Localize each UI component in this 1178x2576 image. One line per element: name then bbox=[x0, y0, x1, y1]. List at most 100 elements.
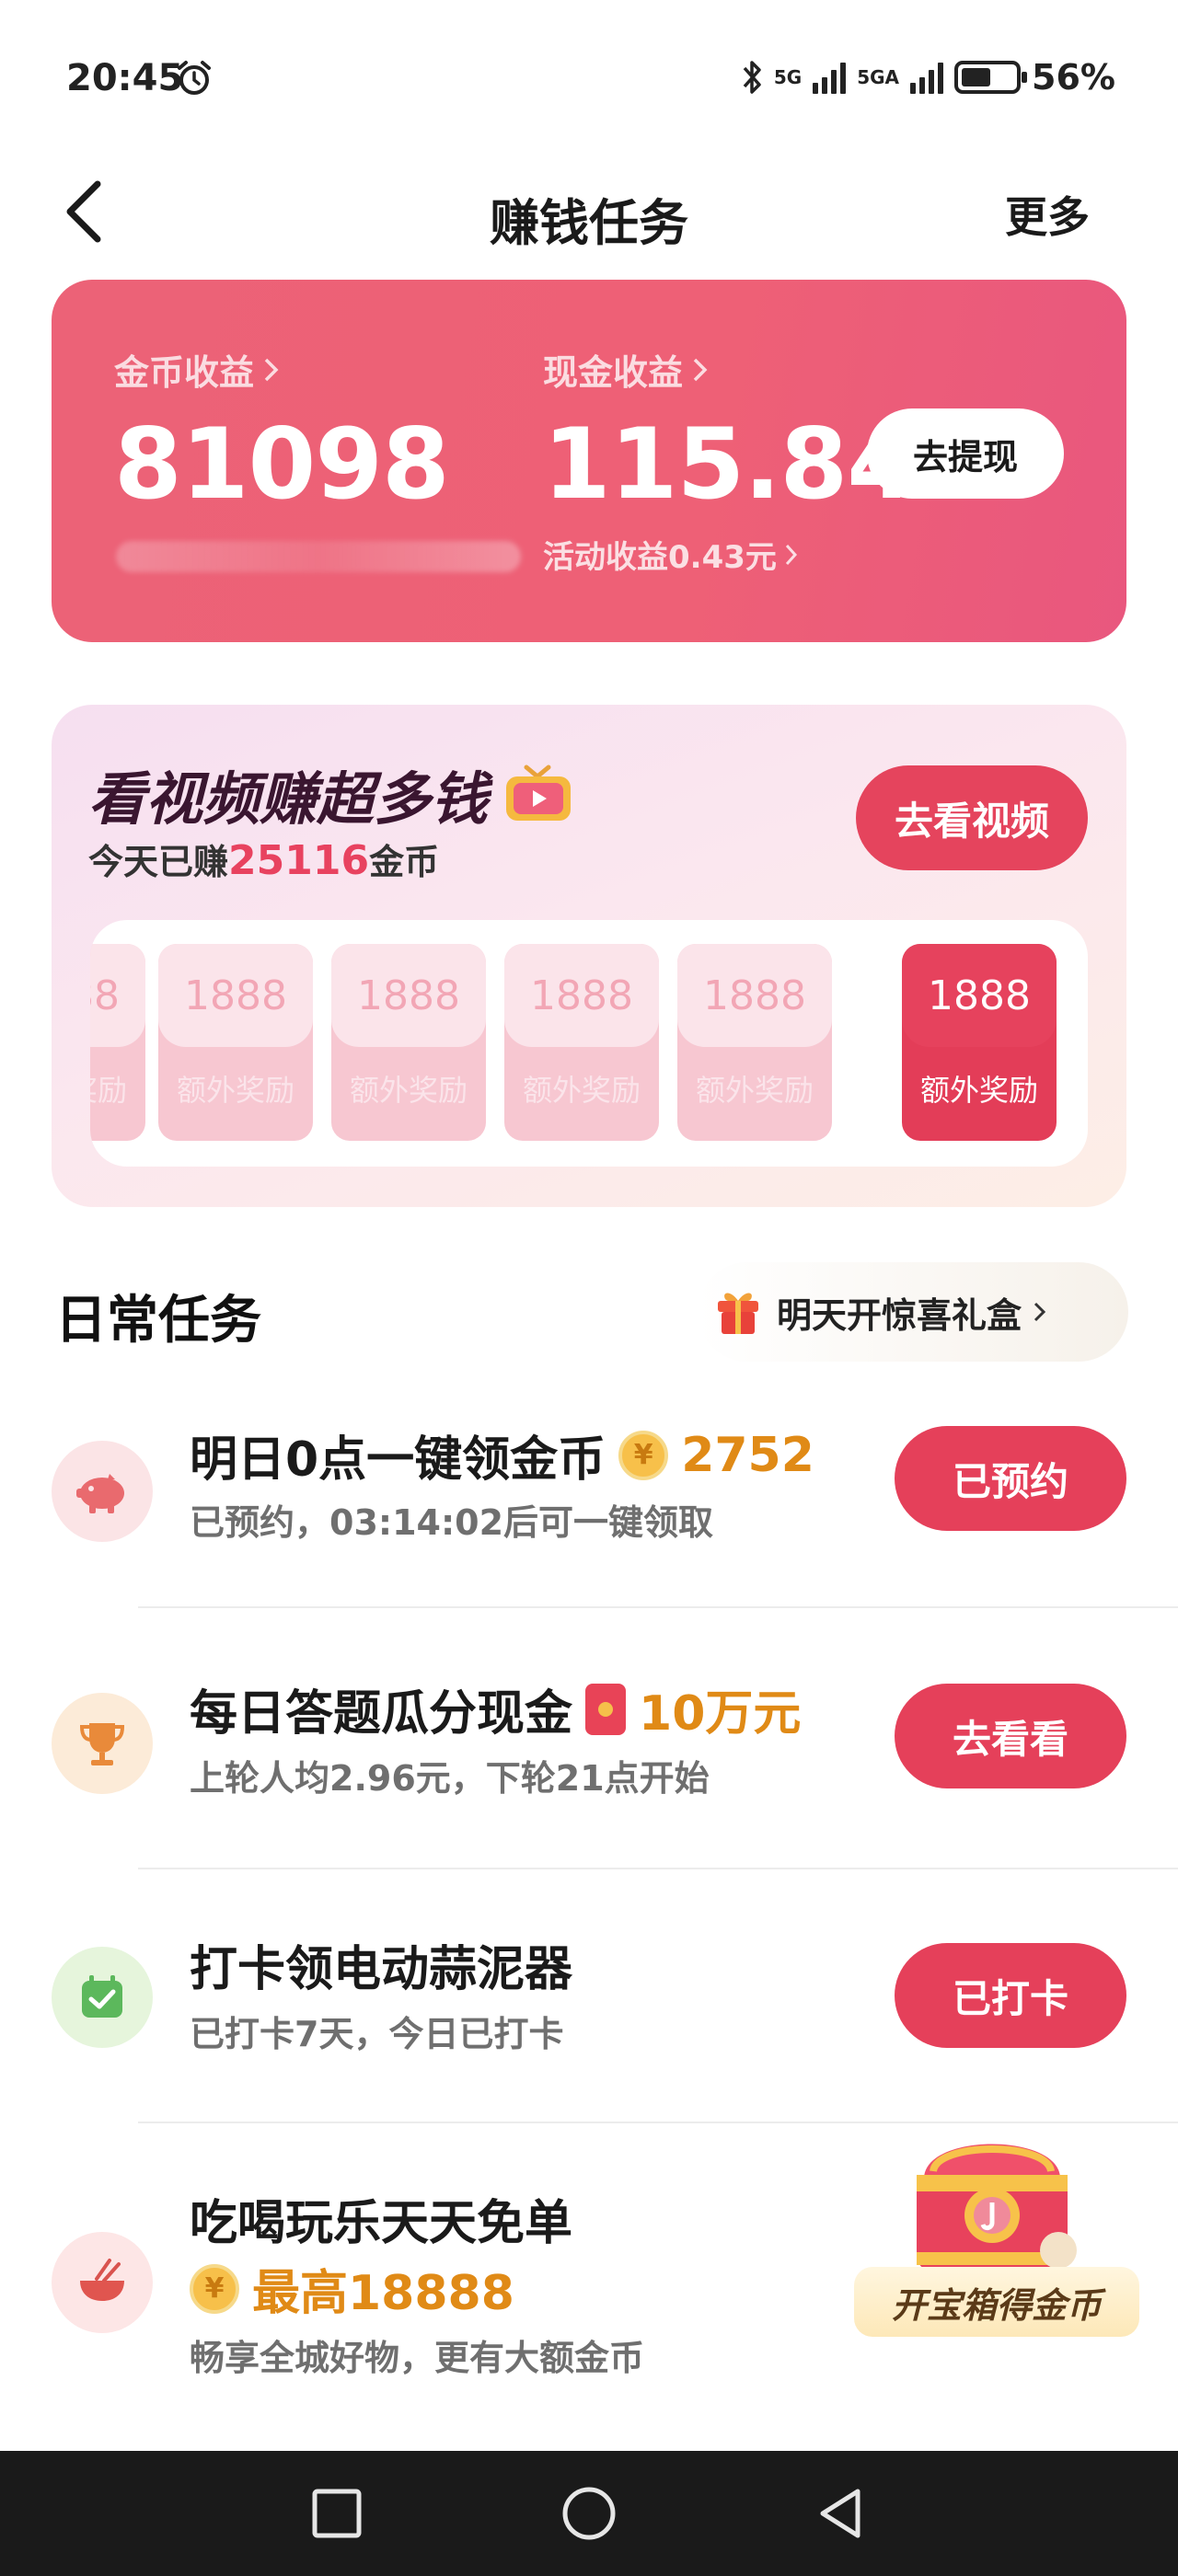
reward-amount: 1888 bbox=[504, 944, 659, 1047]
task-title-text: 每日答题瓜分现金 bbox=[190, 1686, 573, 1742]
divider bbox=[138, 1606, 1178, 1608]
treasure-chest-icon bbox=[917, 2144, 1077, 2271]
status-bar: 20:45 5G 5GA 56% bbox=[0, 0, 1178, 156]
cash-earnings-label: 现金收益 bbox=[543, 344, 914, 395]
divider bbox=[138, 1868, 1178, 1869]
bowl-icon bbox=[80, 2259, 124, 2301]
task-icon-wrap bbox=[52, 1947, 153, 2048]
reward-strip[interactable]: 1888 额外奖励 1888 额外奖励 1888 额外奖励 1888 额外奖励 … bbox=[90, 920, 1088, 1167]
battery-level bbox=[962, 68, 991, 86]
task-desc: 已预约，03:14:02后可一键领取 bbox=[190, 1502, 714, 1543]
task-title-text: 吃喝玩乐天天免单 bbox=[190, 2196, 573, 2251]
gift-box-label: 明天开惊喜礼盒 bbox=[777, 1294, 1022, 1336]
back-triangle-icon[interactable] bbox=[812, 2484, 871, 2543]
system-nav-bar bbox=[0, 2451, 1178, 2576]
trophy-icon bbox=[79, 1723, 125, 1765]
more-button[interactable]: 更多 bbox=[1005, 184, 1090, 245]
coin-label-text: 金币收益 bbox=[114, 352, 255, 393]
network-type-2: 5GA bbox=[857, 66, 900, 88]
task-desc: 已打卡7天，今日已打卡 bbox=[190, 2014, 564, 2054]
task-title: 吃喝玩乐天天免单 bbox=[190, 2184, 572, 2253]
task-amount: 10万元 bbox=[639, 1686, 802, 1742]
task-row-checkin: 打卡领电动蒜泥器 已打卡7天，今日已打卡 已打卡 bbox=[0, 1914, 1178, 2116]
cash-earnings-value: 115.84 bbox=[543, 408, 915, 521]
reward-tile: 1888 额外奖励 bbox=[677, 944, 832, 1141]
daily-tasks-title: 日常任务 bbox=[55, 1291, 261, 1351]
task-amount: 最高18888 bbox=[252, 2266, 514, 2321]
reward-amount: 1888 bbox=[90, 944, 145, 1047]
video-reward-card: 看视频赚超多钱 今天已赚25116金币 去看视频 1888 额外奖励 1888 … bbox=[52, 705, 1126, 1207]
reward-label: 额外奖励 bbox=[90, 1073, 127, 1108]
reserved-button[interactable]: 已预约 bbox=[895, 1426, 1126, 1531]
coin-earnings-value: 81098 bbox=[114, 408, 450, 521]
signal-bars-2-icon bbox=[910, 61, 944, 94]
task-amount: 2752 bbox=[681, 1427, 814, 1483]
chevron-right-icon bbox=[693, 358, 708, 381]
task-desc: 畅享全城好物，更有大额金币 bbox=[190, 2338, 645, 2378]
chevron-right-icon bbox=[264, 358, 279, 381]
today-earned-amount: 25116 bbox=[228, 837, 370, 884]
task-desc: 上轮人均2.96元，下轮21点开始 bbox=[190, 1758, 710, 1799]
withdraw-button[interactable]: 去提现 bbox=[867, 408, 1064, 499]
task-icon-wrap bbox=[52, 2232, 153, 2333]
calendar-check-icon bbox=[82, 1975, 122, 2018]
coin-earnings-label: 金币收益 bbox=[114, 344, 449, 395]
today-earned-prefix: 今天已赚 bbox=[88, 842, 229, 882]
reward-tile: 1888 额外奖励 bbox=[158, 944, 313, 1141]
gift-box-icon bbox=[718, 1293, 758, 1334]
cash-earnings[interactable]: 现金收益 115.84 活动收益0.43元 bbox=[543, 344, 915, 577]
treasure-chest-label: 开宝箱得金币 bbox=[854, 2267, 1139, 2337]
blurred-text bbox=[116, 541, 521, 572]
reward-amount: 1888 bbox=[902, 944, 1057, 1047]
task-icon-wrap bbox=[52, 1441, 153, 1542]
coin-icon: ¥ bbox=[190, 2263, 239, 2314]
treasure-chest-float[interactable]: 开宝箱得金币 bbox=[854, 2107, 1139, 2346]
red-packet-icon bbox=[585, 1683, 627, 1735]
video-title-text: 看视频赚超多钱 bbox=[88, 765, 489, 833]
coin-earnings[interactable]: 金币收益 81098 bbox=[114, 344, 450, 521]
tv-play-icon bbox=[506, 765, 572, 821]
task-title-text: 明日0点一键领金币 bbox=[190, 1432, 606, 1488]
page-title: 赚钱任务 bbox=[490, 194, 688, 252]
reward-label: 额外奖励 bbox=[919, 1073, 1038, 1108]
surprise-gift-box-link[interactable]: 明天开惊喜礼盒 bbox=[698, 1262, 1128, 1362]
task-title: 明日0点一键领金币 ¥ 2752 bbox=[190, 1420, 814, 1489]
video-title: 看视频赚超多钱 bbox=[88, 753, 574, 835]
home-icon[interactable] bbox=[560, 2484, 618, 2543]
task-amount-row: ¥ 最高18888 bbox=[190, 2254, 514, 2323]
network-type-1: 5G bbox=[773, 66, 803, 88]
battery-icon bbox=[954, 61, 1028, 94]
header: 赚钱任务 更多 bbox=[0, 156, 1178, 267]
activity-earnings-link[interactable]: 活动收益0.43元 bbox=[543, 532, 914, 577]
status-right: 5G 5GA 56% bbox=[741, 57, 1115, 98]
bluetooth-icon bbox=[743, 61, 761, 94]
reward-tile: 1888 额外奖励 bbox=[90, 944, 145, 1141]
task-row-coin-reserve: 明日0点一键领金币 ¥ 2752 已预约，03:14:02后可一键领取 已预约 bbox=[0, 1398, 1178, 1601]
checked-in-button[interactable]: 已打卡 bbox=[895, 1943, 1126, 2048]
reward-tile: 1888 额外奖励 bbox=[331, 944, 486, 1141]
reward-label: 额外奖励 bbox=[522, 1073, 641, 1108]
recent-apps-icon[interactable] bbox=[307, 2484, 366, 2543]
reward-label: 额外奖励 bbox=[176, 1073, 294, 1108]
task-icon-wrap bbox=[52, 1693, 153, 1794]
watch-video-button[interactable]: 去看视频 bbox=[856, 765, 1088, 870]
chevron-right-icon bbox=[1034, 1302, 1046, 1322]
coin-icon: ¥ bbox=[618, 1430, 669, 1480]
activity-earnings-text: 活动收益0.43元 bbox=[543, 539, 777, 576]
reward-tile: 1888 额外奖励 bbox=[504, 944, 659, 1141]
cash-label-text: 现金收益 bbox=[543, 352, 684, 393]
reward-label: 额外奖励 bbox=[349, 1073, 468, 1108]
today-earned-suffix: 金币 bbox=[369, 842, 440, 882]
task-title-text: 打卡领电动蒜泥器 bbox=[190, 1942, 573, 1997]
task-title: 打卡领电动蒜泥器 bbox=[190, 1930, 572, 1999]
signal-bars-1-icon bbox=[813, 61, 847, 94]
piggy-bank-icon bbox=[76, 1474, 124, 1513]
video-today-earned: 今天已赚25116金币 bbox=[88, 834, 439, 884]
reward-amount: 1888 bbox=[158, 944, 313, 1047]
chevron-right-icon bbox=[785, 544, 797, 565]
battery-percent: 56% bbox=[1032, 57, 1115, 98]
earnings-card: 金币收益 81098 现金收益 115.84 活动收益0.43元 去提现 bbox=[52, 280, 1126, 642]
alarm-clock-icon bbox=[178, 61, 211, 95]
go-see-button[interactable]: 去看看 bbox=[895, 1684, 1126, 1788]
reward-amount: 1888 bbox=[331, 944, 486, 1047]
